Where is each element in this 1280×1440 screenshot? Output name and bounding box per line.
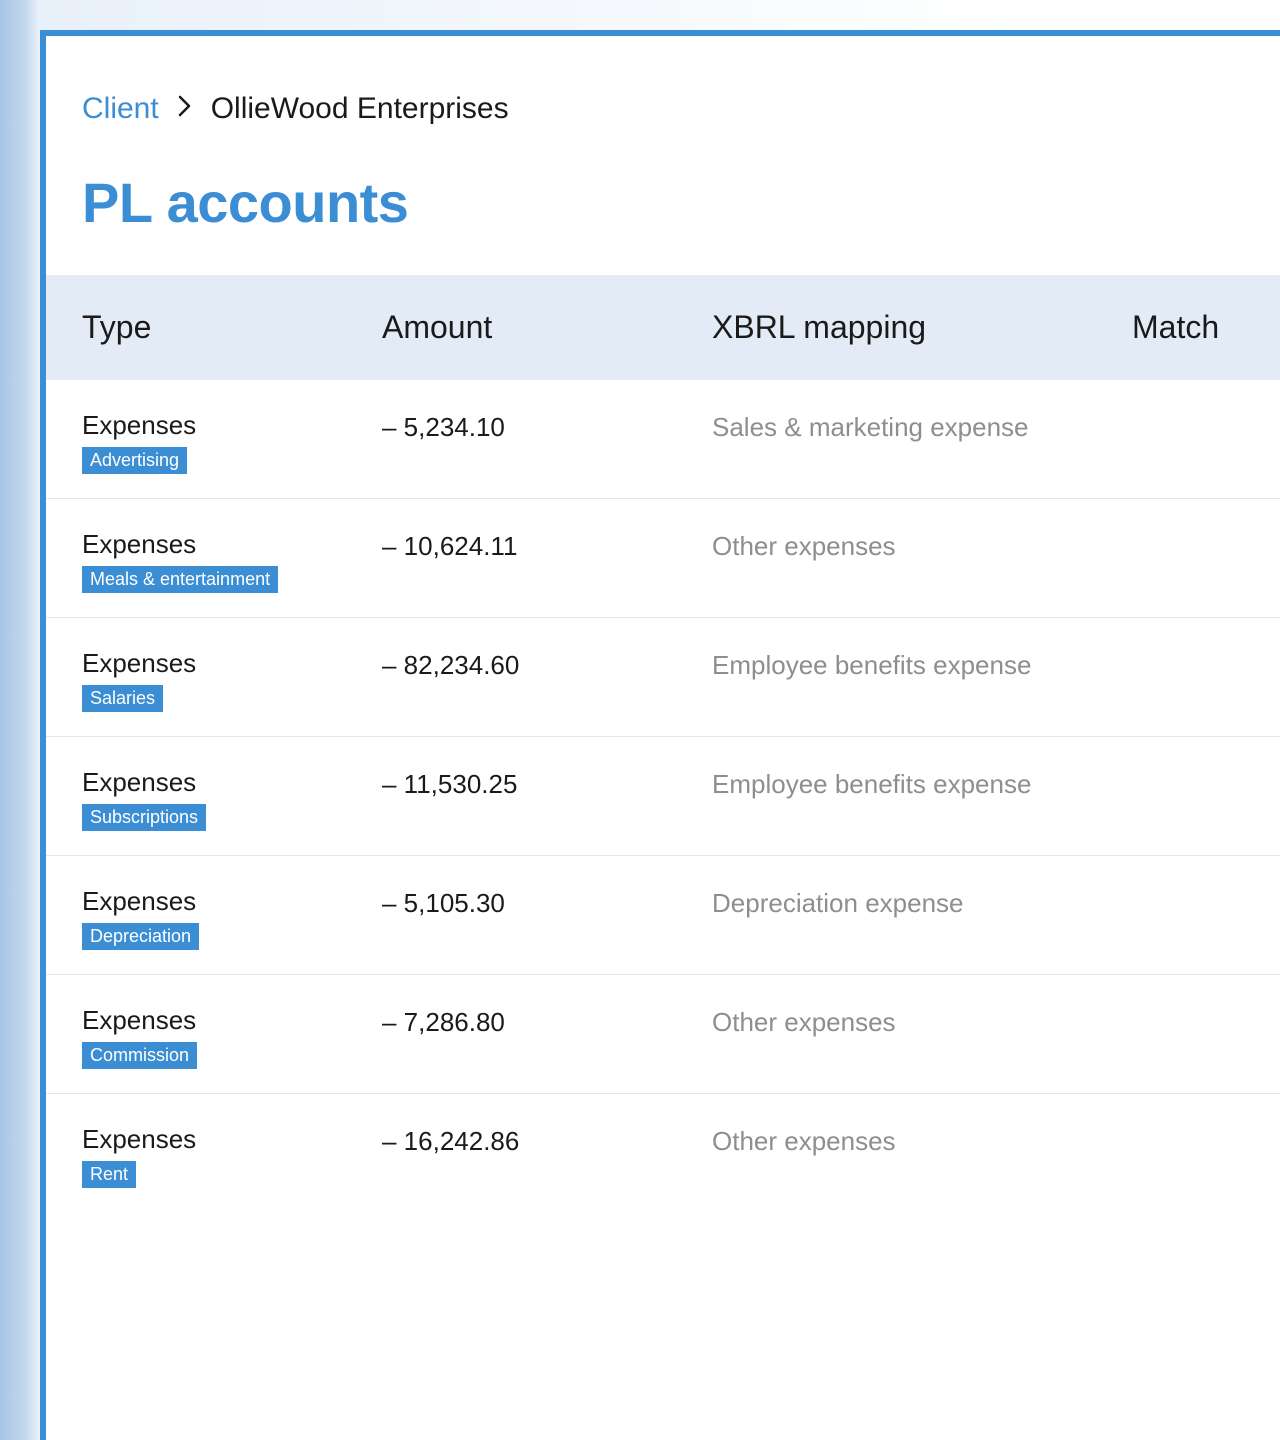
page-title: PL accounts	[82, 170, 1280, 235]
type-cell: Expenses Advertising	[82, 410, 382, 474]
category-tag: Commission	[82, 1042, 197, 1069]
category-tag: Advertising	[82, 447, 187, 474]
table-row[interactable]: Expenses Salaries – 82,234.60 Employee b…	[46, 618, 1280, 737]
amount-cell: – 11,530.25	[382, 767, 712, 800]
amount-cell: – 5,234.10	[382, 410, 712, 443]
breadcrumb-current: OllieWood Enterprises	[211, 92, 509, 126]
mapping-cell: Other expenses	[712, 1124, 1132, 1157]
category-tag: Rent	[82, 1161, 136, 1188]
table-row[interactable]: Expenses Subscriptions – 11,530.25 Emplo…	[46, 737, 1280, 856]
breadcrumb: Client OllieWood Enterprises	[82, 92, 1280, 126]
type-label: Expenses	[82, 767, 382, 798]
mapping-cell: Employee benefits expense	[712, 648, 1132, 681]
type-cell: Expenses Subscriptions	[82, 767, 382, 831]
mapping-cell: Other expenses	[712, 529, 1132, 562]
col-mapping: XBRL mapping	[712, 309, 1132, 346]
amount-cell: – 5,105.30	[382, 886, 712, 919]
table-header: Type Amount XBRL mapping Match	[46, 275, 1280, 380]
type-label: Expenses	[82, 1124, 382, 1155]
type-label: Expenses	[82, 648, 382, 679]
type-cell: Expenses Salaries	[82, 648, 382, 712]
table-row[interactable]: Expenses Rent – 16,242.86 Other expenses	[46, 1094, 1280, 1212]
table-row[interactable]: Expenses Commission – 7,286.80 Other exp…	[46, 975, 1280, 1094]
category-tag: Subscriptions	[82, 804, 206, 831]
col-match: Match	[1132, 309, 1280, 346]
type-cell: Expenses Meals & entertainment	[82, 529, 382, 593]
app-frame: Client OllieWood Enterprises PL accounts…	[40, 30, 1280, 1440]
table-row[interactable]: Expenses Depreciation – 5,105.30 Depreci…	[46, 856, 1280, 975]
chevron-right-icon	[177, 93, 193, 125]
amount-cell: – 82,234.60	[382, 648, 712, 681]
type-label: Expenses	[82, 1005, 382, 1036]
type-label: Expenses	[82, 529, 382, 560]
amount-cell: – 16,242.86	[382, 1124, 712, 1157]
mapping-cell: Employee benefits expense	[712, 767, 1132, 800]
category-tag: Meals & entertainment	[82, 566, 278, 593]
breadcrumb-root-link[interactable]: Client	[82, 92, 159, 126]
col-type: Type	[82, 309, 382, 346]
amount-cell: – 7,286.80	[382, 1005, 712, 1038]
type-cell: Expenses Rent	[82, 1124, 382, 1188]
table-row[interactable]: Expenses Advertising – 5,234.10 Sales & …	[46, 380, 1280, 499]
table-body: Expenses Advertising – 5,234.10 Sales & …	[46, 380, 1280, 1212]
mapping-cell: Depreciation expense	[712, 886, 1132, 919]
mapping-cell: Other expenses	[712, 1005, 1132, 1038]
table-row[interactable]: Expenses Meals & entertainment – 10,624.…	[46, 499, 1280, 618]
content-area: Client OllieWood Enterprises PL accounts…	[46, 36, 1280, 1212]
type-cell: Expenses Depreciation	[82, 886, 382, 950]
type-label: Expenses	[82, 886, 382, 917]
category-tag: Depreciation	[82, 923, 199, 950]
type-label: Expenses	[82, 410, 382, 441]
amount-cell: – 10,624.11	[382, 529, 712, 562]
mapping-cell: Sales & marketing expense	[712, 410, 1132, 443]
category-tag: Salaries	[82, 685, 163, 712]
type-cell: Expenses Commission	[82, 1005, 382, 1069]
col-amount: Amount	[382, 309, 712, 346]
